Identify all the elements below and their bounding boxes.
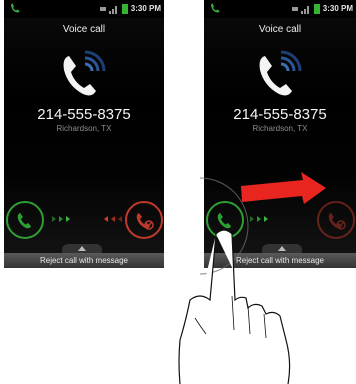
red-arrow-icon <box>241 172 326 204</box>
gesture-overlay <box>178 172 326 384</box>
swipe-arc <box>199 177 249 275</box>
hand-gesture-icon <box>178 229 291 384</box>
